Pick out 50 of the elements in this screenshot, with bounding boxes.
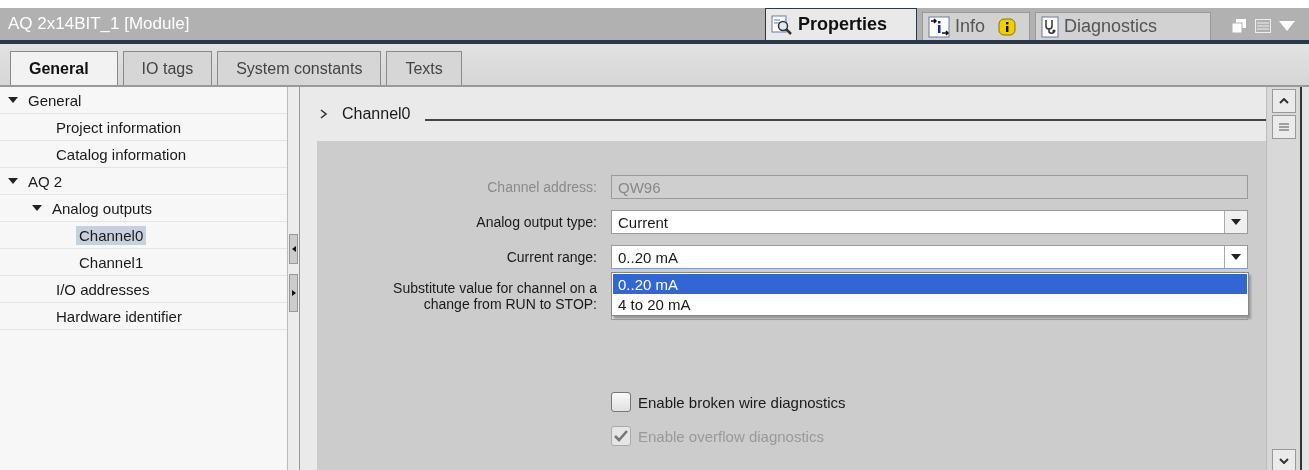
tree-item[interactable]: Hardware identifier <box>53 306 185 326</box>
field-label: Current range: <box>506 249 597 265</box>
scroll-up-button[interactable] <box>1271 89 1296 113</box>
tab[interactable]: General <box>10 51 118 85</box>
view-tab[interactable]: Info <box>922 12 1030 40</box>
tree-item[interactable]: Channel0 <box>76 225 147 245</box>
expanded-arrow-icon[interactable] <box>32 204 42 212</box>
tree-item[interactable]: Catalog information <box>53 144 190 164</box>
magnifier-icon <box>771 14 793 35</box>
collapse-left-button[interactable] <box>289 234 298 264</box>
tree-item[interactable]: I/O addresses <box>53 279 153 299</box>
checkbox[interactable] <box>611 392 631 412</box>
tree-item[interactable]: Analog outputs <box>49 198 156 218</box>
field-label: Channel address: <box>487 179 597 195</box>
info-arrows-icon <box>928 15 950 38</box>
caret-icon <box>1231 254 1241 260</box>
section-title: Channel0 <box>342 105 411 123</box>
dropdown-option[interactable]: 4 to 20 mA <box>613 294 1247 314</box>
view-tab[interactable]: Properties <box>765 8 917 40</box>
left-arrow-icon <box>291 246 296 252</box>
tree-item[interactable]: General <box>25 90 85 110</box>
down-chevron-icon <box>1278 458 1289 464</box>
grip-icon <box>1278 122 1289 132</box>
dropdown-field[interactable]: 0..20 mA <box>611 245 1248 269</box>
info-badge-icon <box>998 17 1017 36</box>
expanded-arrow-icon[interactable] <box>8 96 18 104</box>
dropdown-field[interactable]: Current <box>611 210 1248 234</box>
window-title: AQ 2x14BIT_1 [Module] <box>8 14 191 34</box>
up-chevron-icon <box>1278 98 1289 104</box>
field-label: Analog output type: <box>476 214 597 230</box>
scroll-thumb[interactable] <box>1271 115 1296 139</box>
check-icon <box>614 430 628 442</box>
field-label: Substitute value for channel on a change from RUN to STOP: <box>392 280 597 312</box>
checkbox-label: Enable broken wire diagnostics <box>638 393 846 411</box>
tab[interactable]: Texts <box>386 51 462 85</box>
dropdown-button[interactable] <box>1224 211 1247 233</box>
tab[interactable]: IO tags <box>122 51 213 85</box>
right-arrow-icon <box>291 290 296 296</box>
expand-right-button[interactable] <box>289 274 298 312</box>
tree-item[interactable]: Project information <box>53 117 185 137</box>
caret-icon <box>1231 219 1241 225</box>
dropdown-option[interactable]: 0..20 mA <box>613 274 1247 294</box>
tab[interactable]: System constants <box>217 51 382 85</box>
view-tab[interactable]: Diagnostics <box>1035 12 1211 40</box>
stethoscope-icon <box>1041 15 1059 38</box>
chevron-icon[interactable] <box>320 109 328 119</box>
scroll-down-button[interactable] <box>1271 449 1296 470</box>
tree-item[interactable]: Channel1 <box>76 252 147 272</box>
expanded-arrow-icon[interactable] <box>8 177 18 185</box>
tree-item[interactable]: AQ 2 <box>25 171 66 191</box>
